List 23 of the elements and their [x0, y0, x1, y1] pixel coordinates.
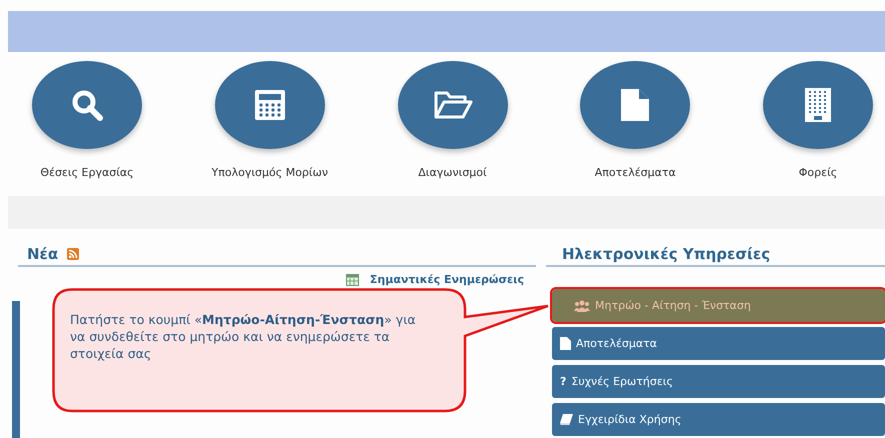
service-button[interactable]: ? Συχνές Ερωτήσεις: [552, 365, 885, 398]
rss-icon[interactable]: [67, 248, 80, 260]
shortcut-label: Διαγωνισμοί: [418, 166, 487, 179]
search-icon: [70, 88, 104, 122]
updates-link[interactable]: Σημαντικές Ενημερώσεις: [370, 273, 524, 286]
people-icon: [574, 300, 590, 312]
service-button[interactable]: Μητρώο - Αίτηση - Ένσταση: [552, 289, 885, 322]
shortcut-label: Θέσεις Εργασίας: [40, 166, 134, 179]
service-button[interactable]: Εγχειρίδια Χρήσης: [552, 403, 885, 436]
document-icon: [560, 337, 571, 350]
book-icon: [560, 414, 573, 425]
document-icon: [620, 88, 650, 122]
calculator-icon: [252, 88, 287, 122]
services-title: Ηλεκτρονικές Υπηρεσίες: [562, 245, 770, 263]
shortcut-label: Φορείς: [798, 166, 838, 179]
news-title: Νέα: [27, 245, 58, 263]
building-icon: [804, 87, 832, 123]
shortcut-label: Υπολογισμός Μορίων: [212, 166, 328, 179]
question-icon: ?: [560, 375, 566, 388]
shortcut-label: Αποτελέσματα: [594, 166, 676, 179]
service-button[interactable]: Αποτελέσματα: [552, 327, 885, 360]
folder-icon: [432, 89, 472, 121]
callout-text: Πατήστε το κουμπί «Μητρώο-Αίτηση-Ένσταση» για να συνδεθείτε στο μητρώο και να ενημερώσετε τα στοιχεία σας: [70, 312, 417, 363]
